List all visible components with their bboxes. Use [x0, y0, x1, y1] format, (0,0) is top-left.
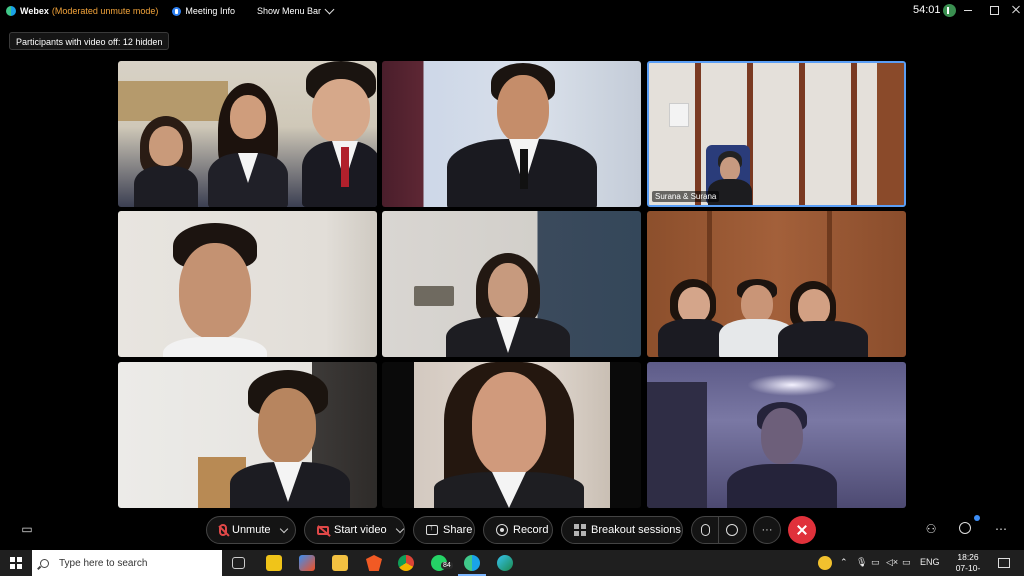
divider [718, 516, 719, 544]
video-tile-6[interactable] [647, 211, 906, 357]
chevron-down-icon[interactable] [324, 4, 335, 14]
taskbar-search-box[interactable]: Type here to search [32, 550, 222, 576]
video-tile-1[interactable] [118, 61, 377, 207]
meeting-controls: ▭ Unmute Start video Share Record Breako… [0, 510, 1024, 550]
shield-info-icon[interactable] [172, 6, 182, 16]
title-bar: Webex (Moderated unmute mode) Meeting In… [0, 0, 1024, 22]
windows-start-icon[interactable] [10, 557, 22, 569]
system-clock[interactable]: 18:26 07-10-2023 [948, 552, 988, 576]
battery-icon[interactable]: ▭ [902, 557, 911, 568]
start-video-button[interactable]: Start video [304, 516, 405, 544]
breakout-label: Breakout sessions [591, 524, 681, 536]
task-view-icon[interactable] [232, 557, 245, 569]
notifications-icon[interactable] [998, 558, 1010, 568]
emoji-reaction-icon[interactable] [726, 524, 738, 536]
sticky-notes-icon[interactable] [266, 555, 282, 571]
record-label: Record [513, 524, 549, 536]
notice-paper [669, 103, 689, 127]
app-name: Webex [20, 6, 49, 16]
hidden-participants-badge[interactable]: Participants with video off: 12 hidden [9, 32, 170, 50]
user-status-icon[interactable] [943, 4, 956, 17]
ceiling-light [747, 374, 837, 396]
microphone-icon[interactable]: 🎙 [856, 557, 867, 568]
clock-date: 07-10-2023 [955, 563, 981, 576]
video-tile-5[interactable] [382, 211, 641, 357]
chevron-down-icon[interactable] [279, 524, 288, 533]
leave-meeting-button[interactable] [788, 516, 816, 544]
reactions-group [691, 516, 747, 544]
microsoft-store-icon[interactable] [299, 555, 315, 571]
network-icon[interactable]: ▭ [871, 557, 880, 568]
unmute-button[interactable]: Unmute [206, 516, 296, 544]
more-panels-icon[interactable]: ⋯ [994, 522, 1008, 536]
file-explorer-icon[interactable] [332, 555, 348, 571]
microphone-muted-icon [219, 524, 227, 536]
brave-browser-icon[interactable] [366, 555, 382, 571]
raise-hand-icon[interactable] [701, 524, 710, 536]
participant-name: Surana & Surana [652, 191, 720, 202]
participants-icon[interactable]: ⚇ [924, 522, 938, 536]
video-tile-4[interactable] [118, 211, 377, 357]
video-tile-3-active-speaker[interactable]: Surana & Surana [647, 61, 906, 207]
search-icon [40, 558, 49, 568]
video-tile-9[interactable] [647, 362, 906, 508]
webex-logo-icon [6, 6, 16, 16]
video-tile-2[interactable] [382, 61, 641, 207]
chat-icon[interactable] [959, 522, 971, 534]
record-button[interactable]: Record [483, 516, 553, 544]
help-icon[interactable] [818, 556, 832, 570]
windows-taskbar: Type here to search 84 ⌃ 🎙 ▭ ◁× ▭ ENG 18… [0, 550, 1024, 576]
meeting-timer: 54:01 [913, 4, 941, 16]
share-label: Share [443, 524, 473, 536]
maximize-button[interactable] [988, 4, 1000, 16]
clock-time: 18:26 [957, 552, 979, 562]
more-options-button[interactable]: ··· [753, 516, 781, 544]
search-placeholder: Type here to search [59, 557, 148, 569]
meeting-info-button[interactable]: Meeting Info [185, 6, 235, 16]
unmute-label: Unmute [232, 524, 271, 536]
video-tile-7[interactable] [118, 362, 377, 508]
chat-notification-badge [974, 515, 980, 521]
show-menu-bar-button[interactable]: Show Menu Bar [257, 6, 321, 16]
cabinet [118, 81, 228, 121]
meeting-mode: (Moderated unmute mode) [51, 6, 159, 16]
close-window-button[interactable] [1010, 4, 1022, 16]
edge-browser-icon[interactable] [497, 555, 513, 571]
chevron-up-icon[interactable]: ⌃ [840, 557, 848, 568]
volume-muted-icon[interactable]: ◁× [886, 557, 898, 568]
door [877, 63, 904, 205]
start-video-label: Start video [334, 524, 387, 536]
video-off-icon [317, 525, 329, 535]
minimize-button[interactable] [962, 4, 974, 16]
share-button[interactable]: Share [413, 516, 475, 544]
shelf [414, 286, 454, 306]
chrome-icon[interactable] [398, 555, 414, 571]
video-tile-8[interactable] [382, 362, 641, 508]
input-language[interactable]: ENG [920, 557, 940, 567]
breakout-icon [574, 524, 586, 536]
captions-icon[interactable]: ▭ [20, 522, 34, 536]
share-screen-icon [426, 522, 438, 535]
record-icon [496, 524, 508, 536]
chevron-down-icon[interactable] [395, 524, 404, 533]
whatsapp-unread-badge: 84 [441, 562, 453, 569]
webex-taskbar-icon[interactable] [464, 555, 480, 571]
breakout-sessions-button[interactable]: Breakout sessions [561, 516, 683, 544]
